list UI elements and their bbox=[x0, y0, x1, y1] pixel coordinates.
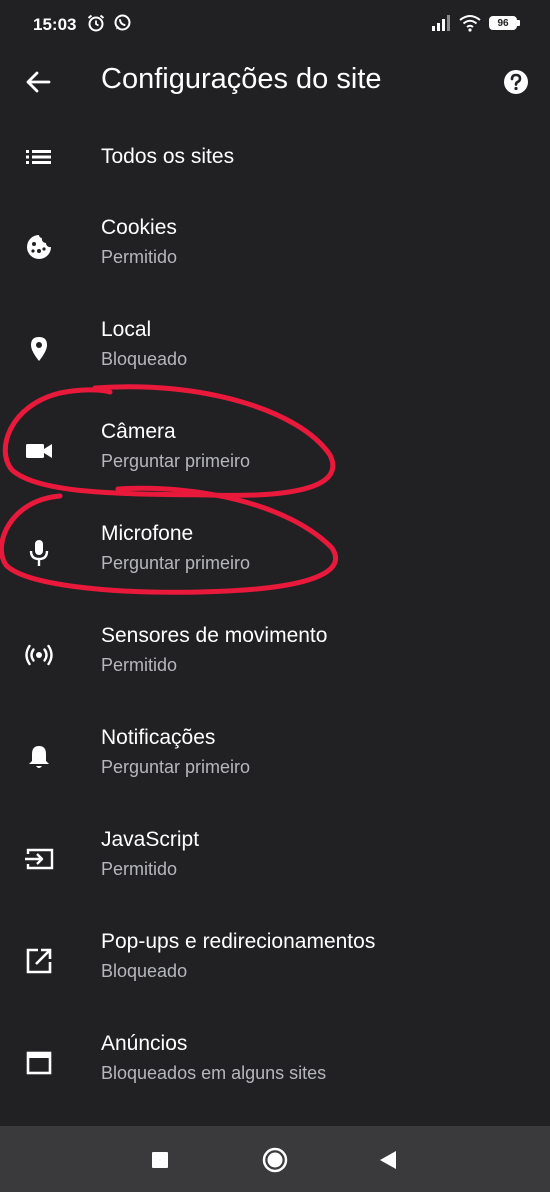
list-item-camera[interactable]: Câmera Perguntar primeiro bbox=[0, 400, 550, 502]
microphone-icon bbox=[29, 540, 49, 566]
list-item-title: Notificações bbox=[101, 726, 216, 749]
status-icons-left bbox=[86, 13, 132, 33]
popup-icon bbox=[26, 948, 52, 974]
list-item-title: Todos os sites bbox=[101, 145, 235, 168]
list-item-ads[interactable]: Anúncios Bloqueados em alguns sites bbox=[0, 1012, 550, 1114]
back-icon[interactable] bbox=[374, 1146, 402, 1174]
list-item-microphone[interactable]: Microfone Perguntar primeiro bbox=[0, 502, 550, 604]
location-icon bbox=[31, 337, 47, 361]
list-item-subtitle: Permitido bbox=[101, 247, 178, 267]
list-item-motion-sensors[interactable]: Sensores de movimento Permitido bbox=[0, 604, 550, 706]
javascript-icon bbox=[25, 848, 54, 870]
alarm-icon bbox=[87, 14, 105, 32]
list-item-title: Cookies bbox=[101, 216, 177, 239]
battery-icon: 96 bbox=[489, 16, 520, 30]
app-bar: Configurações do site bbox=[0, 50, 550, 114]
list-item-subtitle: Bloqueado bbox=[101, 349, 188, 369]
bell-icon bbox=[29, 746, 49, 768]
ads-icon bbox=[26, 1051, 52, 1075]
wifi-icon bbox=[459, 15, 481, 32]
navigation-bar bbox=[0, 1126, 550, 1192]
list-item-title: Microfone bbox=[101, 522, 194, 545]
list-item-subtitle: Perguntar primeiro bbox=[101, 553, 251, 573]
list-item-javascript[interactable]: JavaScript Permitido bbox=[0, 808, 550, 910]
list-item-title: Pop-ups e redirecionamentos bbox=[101, 930, 376, 953]
status-icons-right: 96 bbox=[431, 14, 520, 32]
list-item-title: Sensores de movimento bbox=[101, 624, 328, 647]
battery-level: 96 bbox=[489, 16, 517, 30]
status-time: 15:03 bbox=[33, 15, 77, 34]
list-item-subtitle: Perguntar primeiro bbox=[101, 757, 251, 777]
list-item-all-sites[interactable]: Todos os sites bbox=[0, 118, 550, 196]
page-title: Configurações do site bbox=[101, 63, 382, 95]
list-item-subtitle: Bloqueados em alguns sites bbox=[101, 1063, 327, 1083]
sensors-icon bbox=[25, 644, 53, 666]
status-bar: 15:03 96 bbox=[0, 0, 550, 50]
list-item-title: Anúncios bbox=[101, 1032, 188, 1055]
home-icon[interactable] bbox=[261, 1146, 289, 1174]
list-item-subtitle: Permitido bbox=[101, 859, 178, 879]
camera-icon bbox=[26, 444, 52, 458]
list-icon bbox=[26, 150, 51, 164]
list-item-subtitle: Permitido bbox=[101, 655, 178, 675]
list-item-location[interactable]: Local Bloqueado bbox=[0, 298, 550, 400]
list-item-popups[interactable]: Pop-ups e redirecionamentos Bloqueado bbox=[0, 910, 550, 1012]
settings-list: Todos os sites Cookies Permitido Local B… bbox=[0, 118, 550, 1114]
list-item-subtitle: Bloqueado bbox=[101, 961, 188, 981]
help-icon[interactable] bbox=[502, 68, 530, 96]
list-item-subtitle: Perguntar primeiro bbox=[101, 451, 251, 471]
list-item-title: JavaScript bbox=[101, 828, 200, 851]
cookie-icon bbox=[27, 235, 51, 259]
list-item-cookies[interactable]: Cookies Permitido bbox=[0, 196, 550, 298]
signal-icon bbox=[432, 15, 450, 31]
list-item-notifications[interactable]: Notificações Perguntar primeiro bbox=[0, 706, 550, 808]
list-item-title: Câmera bbox=[101, 420, 176, 443]
recents-icon[interactable] bbox=[146, 1146, 174, 1174]
list-item-title: Local bbox=[101, 318, 152, 341]
whatsapp-icon bbox=[114, 14, 131, 31]
back-arrow-icon[interactable] bbox=[22, 66, 54, 98]
